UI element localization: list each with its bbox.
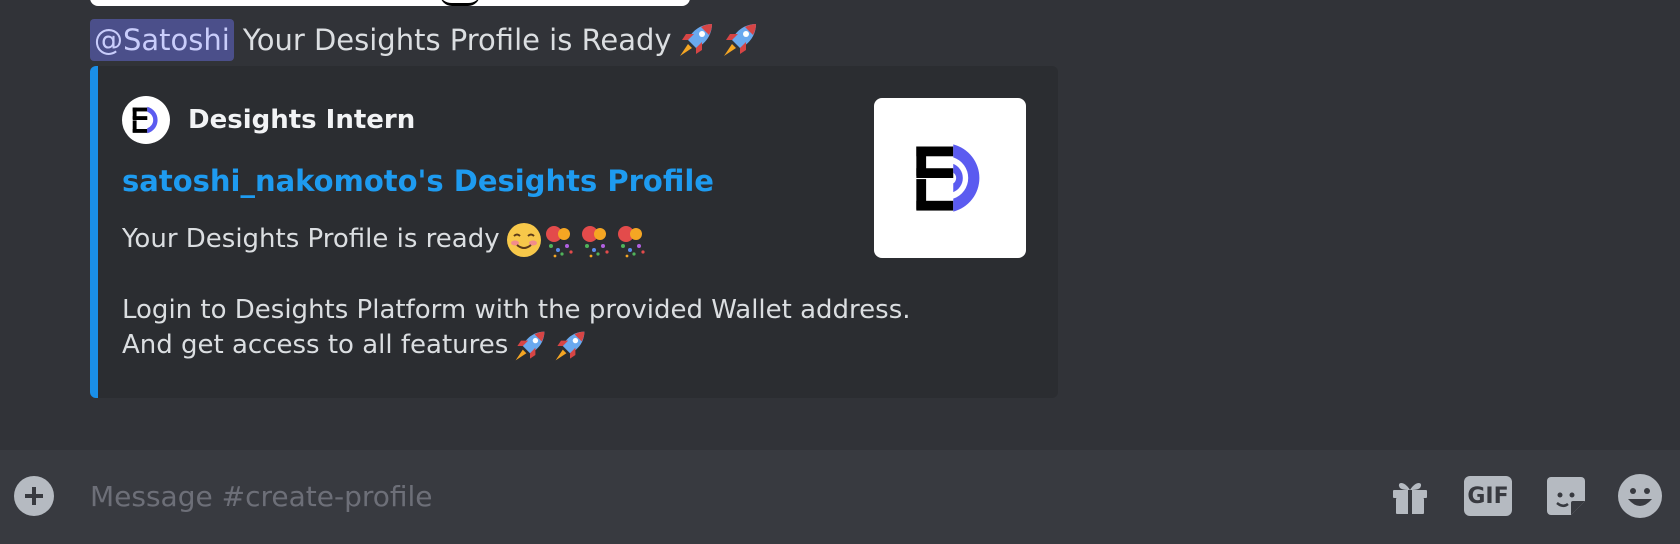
desc-line-1: Your Desights Profile is ready	[122, 222, 911, 257]
emoji-icon	[1618, 474, 1662, 518]
embed-author-name: Desights Intern	[188, 105, 416, 135]
desights-author-icon	[122, 96, 170, 144]
chat-area: @Satoshi Your Desights Profile is Ready …	[0, 0, 1680, 450]
sticker-button[interactable]	[1542, 472, 1590, 520]
embed-description: Your Desights Profile is ready Login to …	[122, 222, 911, 363]
gif-button[interactable]: GIF	[1464, 472, 1512, 520]
blush-smile-icon	[506, 222, 542, 258]
previous-image-edge	[90, 0, 690, 6]
user-mention[interactable]: @Satoshi	[90, 19, 234, 61]
gif-icon: GIF	[1464, 476, 1512, 516]
message-text: Your Desights Profile is Ready	[242, 23, 672, 57]
rocket-icon	[552, 328, 588, 364]
desc-line-3: And get access to all features	[122, 328, 911, 363]
message-input[interactable]	[90, 474, 1330, 518]
message-line: @Satoshi Your Desights Profile is Ready	[90, 18, 760, 62]
rocket-icon	[512, 328, 548, 364]
confetti-icon	[542, 222, 578, 258]
plus-icon	[25, 487, 43, 505]
embed-author: Desights Intern	[122, 96, 415, 144]
desights-logo	[916, 144, 980, 212]
embed-thumbnail[interactable]	[874, 98, 1026, 258]
emoji-button[interactable]	[1616, 472, 1664, 520]
embed-card: Desights Intern satoshi_nakomoto's Desig…	[90, 66, 1058, 398]
rocket-icon	[676, 20, 716, 60]
gift-icon	[1393, 483, 1427, 514]
embed-accent-bar	[90, 66, 98, 398]
desc-line-1-text: Your Desights Profile is ready	[122, 224, 500, 254]
confetti-icon	[614, 222, 650, 258]
embed-title-link[interactable]: satoshi_nakomoto's Desights Profile	[122, 164, 714, 198]
desc-line-2: Login to Desights Platform with the prov…	[122, 293, 911, 328]
confetti-icon	[578, 222, 614, 258]
rocket-icon	[720, 20, 760, 60]
desc-line-3-text: And get access to all features	[122, 330, 509, 360]
sticker-icon	[1547, 477, 1585, 515]
attach-plus-button[interactable]	[14, 476, 54, 516]
gift-button[interactable]	[1386, 472, 1434, 520]
desc-line-2-text: Login to Desights Platform with the prov…	[122, 295, 911, 325]
